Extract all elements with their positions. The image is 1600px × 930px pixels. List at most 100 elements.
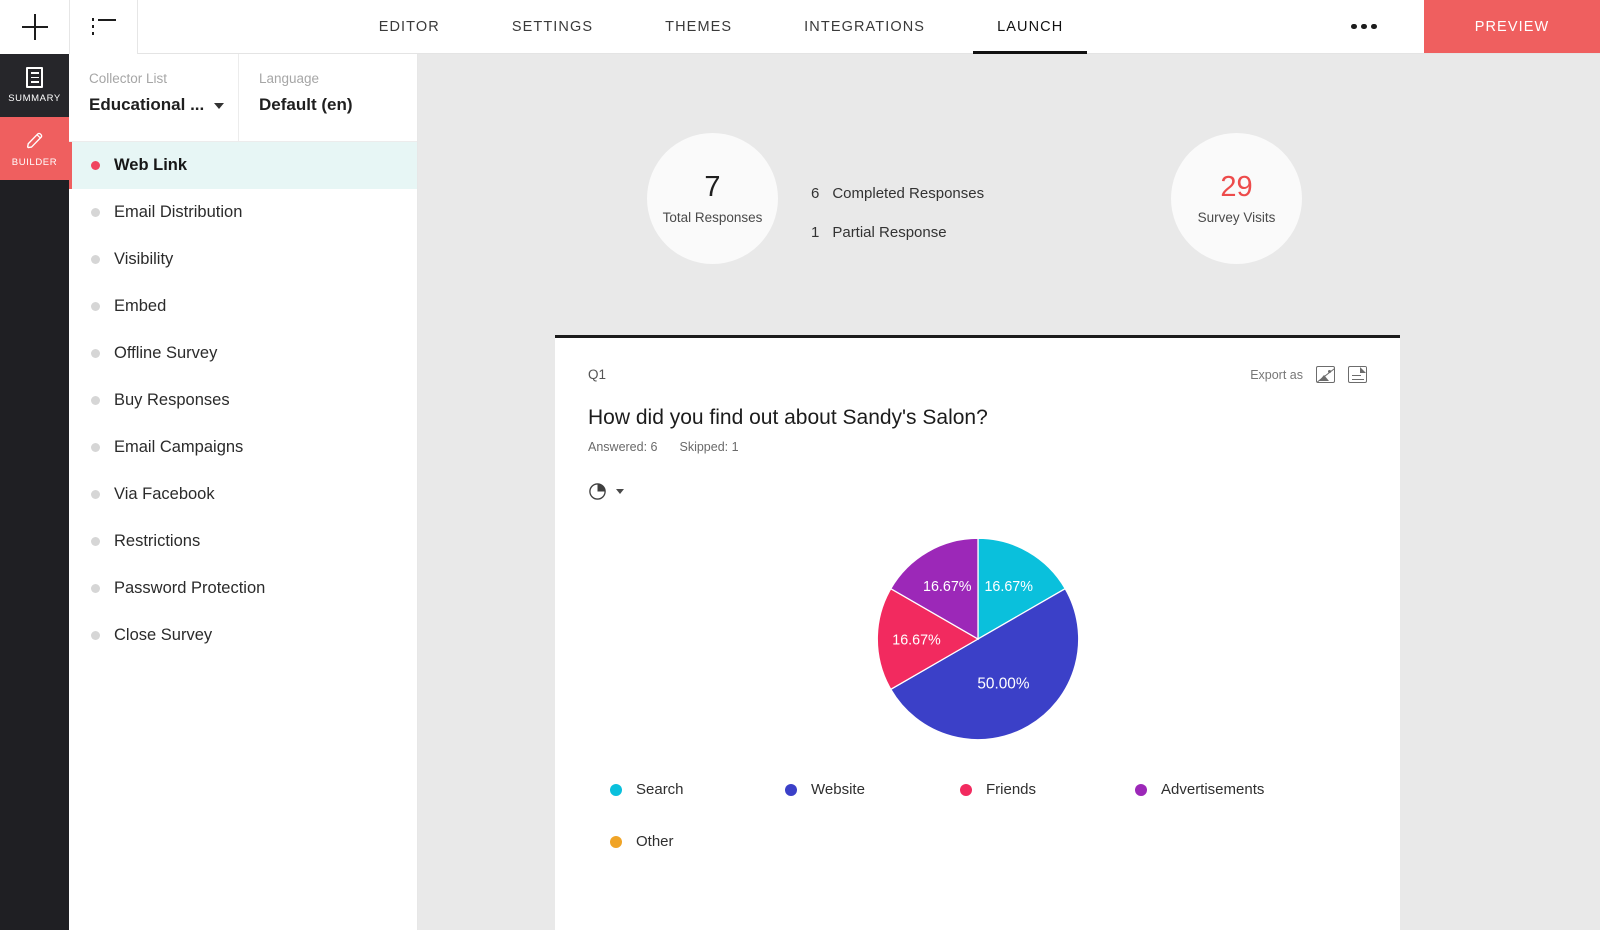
language-value: Default (en) [259, 95, 353, 114]
language-selector[interactable]: Language Default (en) [239, 54, 353, 141]
chart-legend: Search Website Friends Advertisements Ot… [588, 781, 1367, 885]
tab-settings[interactable]: SETTINGS [476, 0, 629, 54]
tab-editor-label: EDITOR [378, 19, 440, 35]
completed-responses-row: 6 Completed Responses [811, 185, 984, 202]
legend-color-dot [610, 835, 622, 848]
partial-responses-count: 1 [811, 224, 820, 241]
pdf-export-icon[interactable] [1348, 366, 1367, 383]
collector-item-via-facebook[interactable]: Via Facebook [69, 471, 417, 518]
collector-item-label: Web Link [114, 156, 188, 174]
collector-item-web-link[interactable]: Web Link [69, 142, 417, 189]
chart-type-selector[interactable] [588, 482, 1367, 501]
more-options-button[interactable] [1304, 0, 1424, 53]
stats-summary: 7 Total Responses 6 Completed Responses … [419, 54, 1600, 284]
survey-list-button[interactable] [69, 0, 138, 54]
collector-list-selector[interactable]: Collector List Educational ... [69, 54, 239, 141]
status-dot-icon [91, 349, 100, 358]
pie-slice-label: 50.00% [977, 675, 1029, 692]
legend-color-dot [1135, 783, 1147, 796]
collector-item-embed[interactable]: Embed [69, 283, 417, 330]
tab-themes-label: THEMES [665, 19, 733, 35]
tab-launch[interactable]: LAUNCH [961, 0, 1099, 54]
collector-item-label: Buy Responses [114, 391, 230, 409]
plus-icon [21, 14, 48, 40]
legend-color-dot [610, 783, 622, 796]
tab-themes[interactable]: THEMES [629, 0, 768, 54]
collector-item-label: Embed [114, 297, 167, 315]
legend-label: Search [636, 781, 684, 798]
collector-item-restrictions[interactable]: Restrictions [69, 518, 417, 565]
total-responses-label: Total Responses [662, 209, 763, 225]
document-icon [26, 67, 43, 88]
collector-panel: Collector List Educational ... Language … [69, 54, 418, 930]
tab-integrations[interactable]: INTEGRATIONS [768, 0, 961, 54]
legend-item-other[interactable]: Other [610, 833, 785, 850]
survey-visits-stat: 29 Survey Visits [1171, 133, 1302, 264]
export-as-label: Export as [1250, 367, 1303, 382]
tab-launch-label: LAUNCH [997, 19, 1064, 35]
collector-item-label: Close Survey [114, 626, 213, 644]
rail-item-summary-label: SUMMARY [8, 93, 61, 104]
collector-item-email-distribution[interactable]: Email Distribution [69, 189, 417, 236]
status-dot-icon [91, 255, 100, 264]
tab-editor[interactable]: EDITOR [343, 0, 476, 54]
export-controls: Export as [1250, 366, 1367, 383]
main-content: 7 Total Responses 6 Completed Responses … [419, 54, 1600, 930]
answered-count: Answered: 6 [588, 440, 658, 454]
legend-label: Website [811, 781, 865, 798]
status-dot-icon [91, 537, 100, 546]
status-dot-icon [91, 396, 100, 405]
legend-item-website[interactable]: Website [785, 781, 960, 798]
collector-item-label: Email Distribution [114, 203, 243, 221]
tab-integrations-label: INTEGRATIONS [804, 19, 926, 35]
collector-item-label: Email Campaigns [114, 438, 244, 456]
preview-button[interactable]: PREVIEW [1424, 0, 1600, 53]
question-meta: Answered: 6 Skipped: 1 [588, 440, 1367, 454]
legend-color-dot [960, 783, 972, 796]
collector-item-label: Via Facebook [114, 485, 215, 503]
collector-item-label: Visibility [114, 250, 174, 268]
chevron-down-icon [616, 489, 624, 494]
collector-item-buy-responses[interactable]: Buy Responses [69, 377, 417, 424]
completed-responses-label: Completed Responses [832, 185, 985, 202]
rail-item-builder[interactable]: BUILDER [0, 117, 69, 180]
status-dot-icon [91, 490, 100, 499]
rail-item-builder-label: BUILDER [11, 156, 58, 168]
top-bar: EDITOR SETTINGS THEMES INTEGRATIONS LAUN… [0, 0, 1600, 54]
total-responses-stat: 7 Total Responses [647, 133, 778, 264]
legend-item-search[interactable]: Search [610, 781, 785, 798]
list-icon [91, 18, 116, 36]
collector-list-label: Collector List [89, 71, 168, 86]
partial-responses-label: Partial Response [832, 224, 947, 241]
collector-header: Collector List Educational ... Language … [69, 54, 417, 142]
legend-item-friends[interactable]: Friends [960, 781, 1135, 798]
left-rail: SUMMARY BUILDER [0, 54, 69, 930]
question-title: How did you find out about Sandy's Salon… [588, 406, 988, 429]
rail-item-summary[interactable]: SUMMARY [0, 54, 69, 117]
question-number: Q1 [588, 367, 607, 382]
main-nav-tabs: EDITOR SETTINGS THEMES INTEGRATIONS LAUN… [138, 0, 1304, 54]
collector-item-offline-survey[interactable]: Offline Survey [69, 330, 417, 377]
collector-item-close-survey[interactable]: Close Survey [69, 612, 417, 659]
legend-label: Friends [986, 781, 1037, 798]
pie-chart: 16.67% 50.00% 16.67% 16.67% [876, 537, 1079, 741]
completed-responses-count: 6 [811, 185, 820, 202]
image-export-icon[interactable] [1316, 366, 1335, 383]
legend-color-dot [785, 783, 797, 796]
question-card-header: Q1 Export as [588, 366, 1367, 383]
collector-item-list: Web Link Email Distribution Visibility E… [69, 142, 417, 659]
collector-list-value: Educational ... [89, 95, 205, 114]
skipped-count: Skipped: 1 [679, 440, 739, 454]
collector-item-password-protection[interactable]: Password Protection [69, 565, 417, 612]
app-root: EDITOR SETTINGS THEMES INTEGRATIONS LAUN… [0, 0, 1600, 930]
total-responses-value: 7 [704, 170, 721, 203]
legend-item-advertisements[interactable]: Advertisements [1135, 781, 1310, 798]
language-label: Language [259, 71, 320, 86]
collector-item-visibility[interactable]: Visibility [69, 236, 417, 283]
collector-item-email-campaigns[interactable]: Email Campaigns [69, 424, 417, 471]
add-button[interactable] [0, 0, 69, 54]
ellipsis-icon-dot [1361, 23, 1367, 30]
status-dot-icon [91, 208, 100, 217]
partial-responses-row: 1 Partial Response [811, 224, 984, 241]
collector-item-label: Restrictions [114, 532, 201, 550]
